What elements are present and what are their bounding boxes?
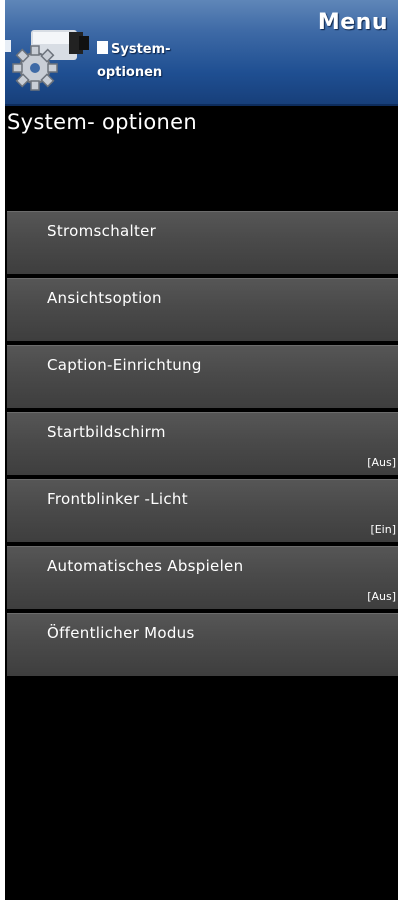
menu-item-value: [Aus]	[367, 590, 396, 603]
menu-item-value: [Aus]	[367, 456, 396, 469]
menu-item-label: Ansichtsoption	[47, 289, 162, 307]
checkbox-icon	[97, 41, 108, 54]
menu-item-label: Öffentlicher Modus	[47, 624, 195, 642]
menu-item-frontblinker-licht[interactable]: Frontblinker -Licht [Ein]	[7, 479, 398, 542]
screen: System- optionen Menu System- optionen S…	[5, 0, 398, 900]
menu-item-label: Startbildschirm	[47, 423, 166, 441]
menu-title: Menu	[317, 10, 388, 35]
menu-item-label: Caption-Einrichtung	[47, 356, 202, 374]
gear-camera-icon	[5, 26, 100, 96]
page-title: System- optionen	[7, 110, 197, 134]
menu-item-oeffentlicher-modus[interactable]: Öffentlicher Modus	[7, 613, 398, 676]
menu-item-value: [Ein]	[370, 523, 396, 536]
menu-item-stromschalter[interactable]: Stromschalter	[7, 211, 398, 274]
menu-item-label: Stromschalter	[47, 222, 157, 240]
section-label-line1: System-	[111, 42, 171, 57]
menu-item-label: Automatisches Abspielen	[47, 557, 244, 575]
section-label: System- optionen	[97, 38, 207, 84]
menu-item-caption-einrichtung[interactable]: Caption-Einrichtung	[7, 345, 398, 408]
menu-item-ansichtsoption[interactable]: Ansichtsoption	[7, 278, 398, 341]
section-label-line2: optionen	[97, 65, 163, 80]
menu-item-label: Frontblinker -Licht	[47, 490, 188, 508]
menu-list: Stromschalter Ansichtsoption Caption-Ein…	[7, 211, 398, 680]
menu-item-automatisches-abspielen[interactable]: Automatisches Abspielen [Aus]	[7, 546, 398, 609]
menu-item-startbildschirm[interactable]: Startbildschirm [Aus]	[7, 412, 398, 475]
header-bar: System- optionen Menu	[5, 0, 398, 106]
